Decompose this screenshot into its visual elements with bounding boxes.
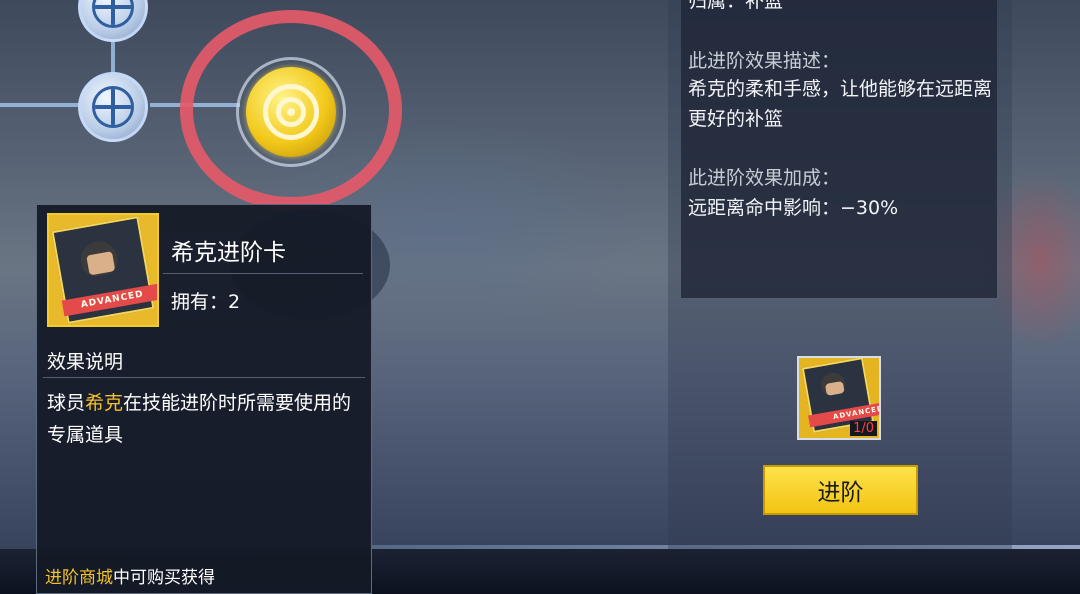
skill-category: 归属：补篮	[688, 0, 784, 12]
skill-node-basketball[interactable]	[78, 72, 148, 142]
skill-tree-connector	[0, 103, 80, 107]
advance-card-thumbnail: ADVANCED	[47, 213, 159, 327]
advance-card-image: ADVANCED	[51, 216, 157, 324]
item-description: 球员希克在技能进阶时所需要使用的专属道具	[47, 392, 352, 446]
player-name: 希克	[85, 392, 124, 414]
divider	[163, 273, 363, 274]
item-name: 希克进阶卡	[171, 240, 286, 266]
skill-node-basketball-top[interactable]	[78, 0, 148, 42]
item-tooltip-panel: ADVANCED 希克进阶卡 拥有：2 效果说明 球员希克在技能进阶时所需要使用…	[36, 204, 372, 594]
advance-shop-link[interactable]: 进阶商城	[45, 568, 113, 588]
required-item-slot[interactable]: ADVANCED 1/0	[797, 356, 881, 440]
effect-desc-label: 此进阶效果描述：	[688, 50, 841, 72]
item-quantity: 1/0	[850, 421, 877, 436]
owned-count-row: 拥有：2	[171, 287, 240, 314]
item-source: 进阶商城中可购买获得	[45, 568, 215, 588]
effect-desc-text: 希克的柔和手感，让他能够在远距离更好的补篮	[688, 78, 993, 130]
owned-count: 2	[228, 291, 241, 313]
basketball-icon	[92, 86, 134, 128]
skill-info-box	[681, 0, 997, 298]
advance-button[interactable]: 进阶	[763, 465, 918, 515]
effect-bonus-label: 此进阶效果加成：	[688, 167, 841, 189]
effect-section-title: 效果说明	[47, 351, 124, 373]
owned-label: 拥有：	[171, 291, 229, 313]
divider	[43, 377, 365, 378]
annotation-circle	[180, 10, 402, 210]
basketball-icon	[92, 0, 134, 28]
effect-bonus-text: 远距离命中影响：−30%	[688, 197, 899, 219]
